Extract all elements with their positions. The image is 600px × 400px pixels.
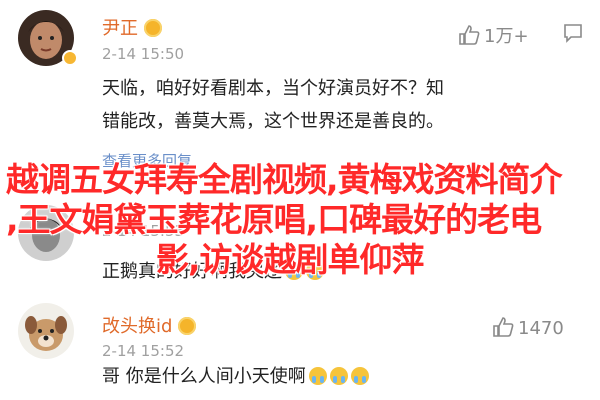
comment-text-line: 天临，咱好好看剧本，当个好演员好不？知 bbox=[102, 78, 444, 99]
comment-page: 尹正 2-14 15:50 1万+ 天临，咱好好看剧本，当个好演员好不？知 错能… bbox=[0, 0, 600, 400]
verified-badge-icon bbox=[62, 50, 78, 66]
overlay-title: 越调五女拜寿全剧视频,黄梅戏资料简介 ,王文娟黛玉葬花原唱,口碑最好的老电 影,… bbox=[6, 160, 594, 280]
medal-icon bbox=[144, 19, 162, 37]
overlay-title-line: ,王文娟黛玉葬花原唱,口碑最好的老电 bbox=[6, 200, 542, 239]
reply-icon[interactable] bbox=[562, 22, 584, 44]
timestamp: 2-14 15:52 bbox=[102, 342, 185, 360]
crying-emoji-icon bbox=[308, 367, 327, 385]
like-button[interactable]: 1万+ bbox=[458, 22, 529, 48]
overlay-title-line: 越调五女拜寿全剧视频,黄梅戏资料简介 bbox=[6, 160, 563, 199]
avatar[interactable] bbox=[18, 303, 74, 359]
timestamp: 2-14 15:50 bbox=[102, 45, 185, 63]
crying-emoji-icon bbox=[329, 367, 348, 385]
comment-text: 哥 你是什么人间小天使啊 bbox=[102, 360, 576, 393]
like-button[interactable]: 1470 bbox=[492, 317, 564, 339]
comment-text-line: 错能改，善莫大焉，这个世界还是善良的。 bbox=[102, 111, 444, 132]
username[interactable]: 尹正 bbox=[102, 14, 162, 40]
comment-text: 天临，咱好好看剧本，当个好演员好不？知 错能改，善莫大焉，这个世界还是善良的。 bbox=[102, 72, 576, 138]
username[interactable]: 改头换id bbox=[102, 312, 197, 338]
overlay-title-line: 影,访谈越剧单仰萍 bbox=[156, 240, 425, 279]
medal-icon bbox=[178, 317, 197, 335]
thumbs-up-icon bbox=[493, 317, 514, 337]
thumbs-up-icon bbox=[459, 25, 480, 45]
crying-emoji-icon bbox=[350, 367, 369, 385]
